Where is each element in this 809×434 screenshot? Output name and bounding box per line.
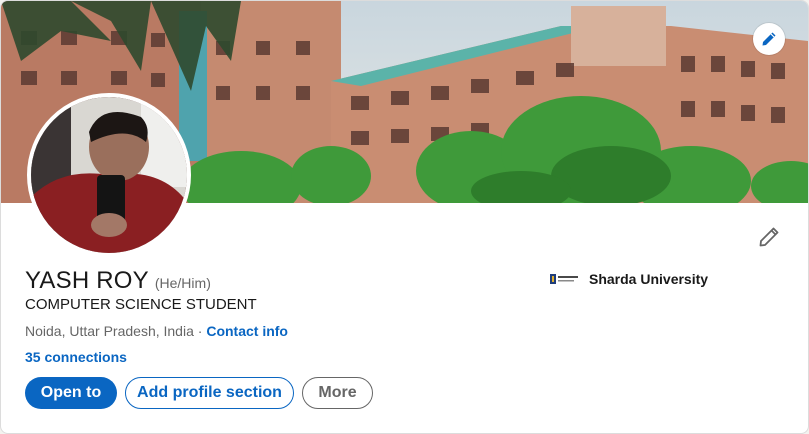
name-row: YASH ROY (He/Him): [25, 267, 211, 295]
profile-photo: [31, 97, 187, 253]
profile-location: Noida, Uttar Pradesh, India: [25, 323, 194, 339]
profile-name: YASH ROY: [25, 267, 149, 294]
sharda-university-logo: [549, 271, 581, 287]
contact-info-link[interactable]: Contact info: [206, 323, 288, 339]
connections-link[interactable]: 35 connections: [25, 349, 127, 365]
location-row: Noida, Uttar Pradesh, India · Contact in…: [25, 323, 288, 339]
open-to-button[interactable]: Open to: [25, 377, 117, 409]
profile-card: YASH ROY (He/Him) COMPUTER SCIENCE STUDE…: [0, 0, 809, 434]
more-button[interactable]: More: [302, 377, 373, 409]
edit-banner-button[interactable]: [753, 23, 785, 55]
education-entry[interactable]: Sharda University: [549, 271, 708, 287]
profile-pronouns: (He/Him): [154, 275, 211, 291]
location-separator: ·: [193, 323, 207, 339]
add-profile-section-button[interactable]: Add profile section: [125, 377, 294, 409]
avatar[interactable]: [27, 93, 191, 257]
pencil-icon: [762, 32, 776, 46]
education-name: Sharda University: [589, 271, 709, 287]
edit-intro-button[interactable]: [753, 221, 785, 253]
profile-headline: COMPUTER SCIENCE STUDENT: [25, 296, 257, 313]
pencil-icon: [759, 227, 779, 247]
